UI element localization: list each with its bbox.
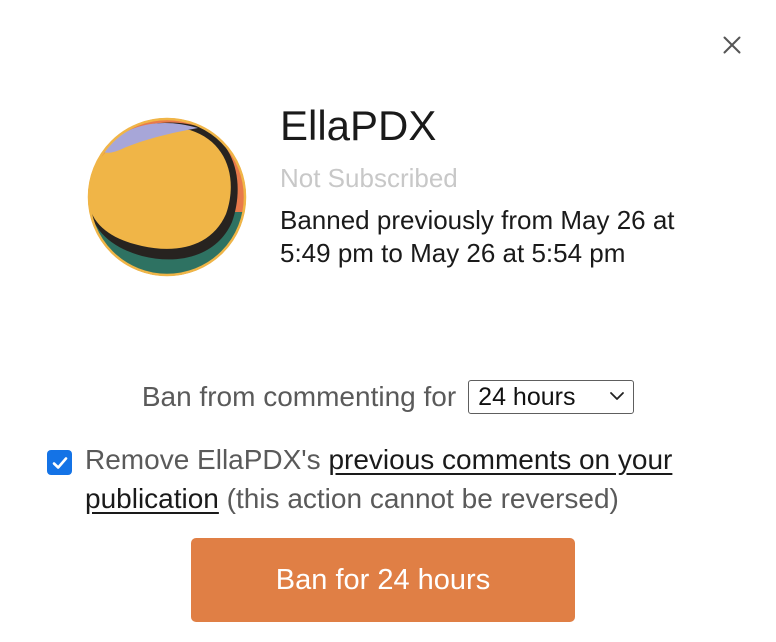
ban-duration-row: Ban from commenting for 24 hours (0, 380, 776, 414)
ban-duration-value: 24 hours (478, 382, 576, 411)
remove-comments-label: Remove EllaPDX's previous comments on yo… (85, 440, 735, 518)
ban-submit-button[interactable]: Ban for 24 hours (191, 538, 575, 622)
remove-comments-checkbox[interactable] (47, 450, 72, 475)
remove-comments-prefix: Remove EllaPDX's (85, 444, 321, 475)
close-button[interactable] (718, 31, 746, 59)
subscription-status: Not Subscribed (280, 163, 458, 193)
ban-history-text: Banned previously from May 26 at 5:49 pm… (280, 205, 675, 268)
checkmark-icon (52, 456, 67, 469)
ban-duration-label: Ban from commenting for (141, 381, 457, 412)
remove-comments-warning: (this action cannot be reversed) (226, 483, 619, 514)
close-icon (723, 36, 741, 54)
ban-user-dialog: EllaPDX Not Subscribed Banned previously… (0, 0, 776, 642)
avatar (87, 117, 247, 277)
user-name: EllaPDX (280, 102, 437, 149)
ban-duration-select[interactable]: 24 hours (468, 380, 635, 414)
chevron-down-icon (610, 392, 625, 400)
